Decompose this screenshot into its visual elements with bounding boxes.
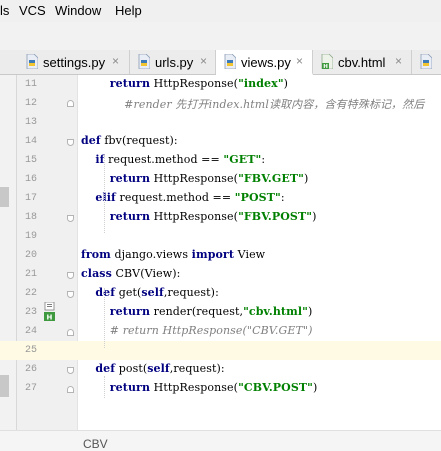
- python-file-icon: [224, 54, 236, 69]
- fold-marker[interactable]: [67, 291, 74, 298]
- indent-guide: [104, 288, 105, 348]
- line-number: 26: [24, 364, 37, 375]
- close-icon[interactable]: ×: [395, 54, 402, 68]
- tab-label: urls.py: [155, 55, 194, 70]
- menu-item-help[interactable]: Help: [115, 3, 142, 18]
- fold-marker[interactable]: [67, 272, 74, 279]
- line-number: 27: [24, 383, 37, 394]
- code-line[interactable]: 20 from django.views import View: [0, 246, 441, 265]
- menu-bar: ls VCS Window Help: [0, 0, 441, 22]
- code-text: elif request.method == "POST":: [95, 191, 285, 204]
- line-number: 24: [24, 326, 37, 337]
- code-text: from django.views import View: [81, 248, 266, 261]
- html-file-icon: H: [321, 54, 333, 69]
- code-text: #render 先打开index.html读取内容，含有特殊标记，然后: [124, 98, 425, 111]
- code-text: return HttpResponse("FBV.GET"): [109, 172, 309, 185]
- line-number: 22: [24, 288, 37, 299]
- svg-text:H: H: [323, 64, 328, 69]
- code-text: # return HttpResponse("CBV.GET"): [109, 324, 313, 337]
- line-number: 14: [24, 136, 37, 147]
- editor-tab-bar: settings.py × urls.py × views.py × H cbv…: [0, 50, 441, 75]
- tab-label: settings.py: [43, 55, 106, 70]
- menu-item-tools[interactable]: ls: [0, 3, 9, 18]
- line-number: 20: [24, 250, 37, 261]
- code-line[interactable]: 15 if request.method == "GET":: [0, 151, 441, 170]
- code-text: return HttpResponse("index"): [109, 77, 289, 90]
- menu-item-vcs[interactable]: VCS: [19, 3, 46, 18]
- line-number: 25: [24, 345, 37, 356]
- tab-cbv-html[interactable]: H cbv.html ×: [313, 50, 412, 74]
- toolbar-strip: [0, 22, 441, 51]
- fold-marker[interactable]: [67, 329, 74, 336]
- indent-guide: [104, 376, 105, 398]
- line-number: 23: [24, 307, 37, 318]
- close-icon[interactable]: ×: [296, 54, 303, 68]
- code-text: return HttpResponse("CBV.POST"): [109, 381, 318, 394]
- line-number: 21: [24, 269, 37, 280]
- python-file-icon: [420, 54, 432, 69]
- code-line[interactable]: 25: [0, 341, 441, 360]
- python-file-icon: [138, 54, 150, 69]
- python-file-icon: [26, 54, 38, 69]
- tab-overflow[interactable]: [412, 50, 441, 74]
- code-text: return render(request,"cbv.html"): [109, 305, 313, 318]
- tab-views-py[interactable]: views.py ×: [216, 50, 313, 75]
- code-line[interactable]: 17 elif request.method == "POST":: [0, 189, 441, 208]
- code-text: def get(self,request):: [95, 286, 219, 299]
- menu-item-window[interactable]: Window: [55, 3, 101, 18]
- fold-marker[interactable]: [67, 100, 74, 107]
- code-line[interactable]: 23 return render(request,"cbv.html"): [0, 303, 441, 322]
- breadcrumb[interactable]: CBV: [83, 437, 108, 451]
- code-line[interactable]: 11 return HttpResponse("index"): [0, 75, 441, 94]
- line-number: 16: [24, 174, 37, 185]
- tab-urls-py[interactable]: urls.py ×: [130, 50, 216, 74]
- tab-settings-py[interactable]: settings.py ×: [18, 50, 130, 74]
- breadcrumb-bar: CBV: [0, 430, 441, 451]
- line-number: 19: [24, 231, 37, 242]
- line-number: 12: [24, 98, 37, 109]
- close-icon[interactable]: ×: [200, 54, 207, 68]
- tab-label: views.py: [241, 55, 291, 70]
- fold-marker[interactable]: [67, 139, 74, 146]
- code-text: class CBV(View):: [81, 267, 181, 280]
- line-number: 18: [24, 212, 37, 223]
- tab-label: cbv.html: [338, 55, 386, 70]
- line-number: 15: [24, 155, 37, 166]
- close-icon[interactable]: ×: [112, 54, 119, 68]
- line-number: 17: [24, 193, 37, 204]
- svg-text:H: H: [47, 314, 53, 322]
- code-text: if request.method == "GET":: [95, 153, 266, 166]
- fold-marker[interactable]: [67, 215, 74, 222]
- code-line[interactable]: 19: [0, 227, 441, 246]
- fold-marker[interactable]: [67, 367, 74, 374]
- code-line[interactable]: 13: [0, 113, 441, 132]
- fold-marker[interactable]: [67, 386, 74, 393]
- navigate-to-template-icon[interactable]: H: [44, 302, 60, 322]
- code-text: return HttpResponse("FBV.POST"): [109, 210, 317, 223]
- line-number: 11: [24, 79, 37, 90]
- code-line[interactable]: 16 return HttpResponse("FBV.GET"): [0, 170, 441, 189]
- indent-guide: [104, 155, 105, 233]
- line-number: 13: [24, 117, 37, 128]
- code-text: def fbv(request):: [81, 134, 178, 147]
- code-text: def post(self,request):: [95, 362, 225, 375]
